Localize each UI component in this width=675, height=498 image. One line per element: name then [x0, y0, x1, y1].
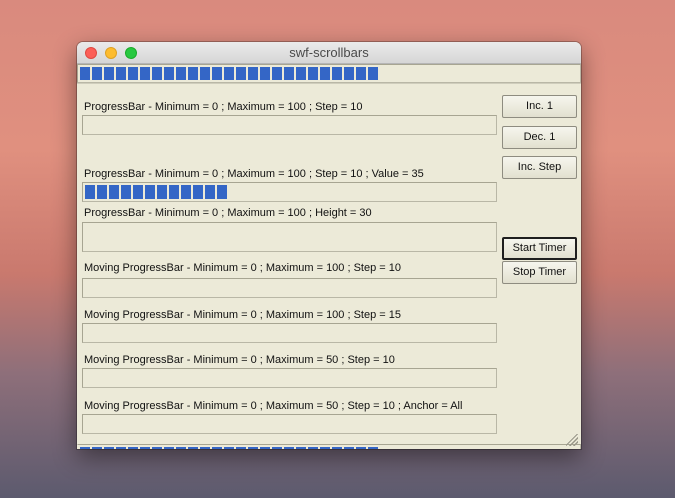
progress-chunk: [176, 67, 186, 80]
progress-chunk: [248, 67, 258, 80]
progress-chunk: [104, 67, 114, 80]
progress-chunk: [224, 447, 234, 449]
progress-label-6: Moving ProgressBar - Minimum = 0 ; Maxim…: [84, 354, 395, 366]
progress-fill: [85, 417, 494, 431]
progress-chunk: [193, 185, 203, 199]
progress-label-5: Moving ProgressBar - Minimum = 0 ; Maxim…: [84, 309, 401, 321]
progress-chunk: [200, 447, 210, 449]
progress-bar-1: [82, 115, 497, 135]
progress-chunk: [344, 67, 354, 80]
progress-chunk: [80, 67, 90, 80]
progress-chunk: [116, 447, 126, 449]
progress-chunk: [152, 67, 162, 80]
progress-chunk: [212, 67, 222, 80]
app-window: swf-scrollbars ProgressBar - Minimum = 0…: [77, 42, 581, 449]
progress-chunk: [92, 447, 102, 449]
progress-chunk: [260, 447, 270, 449]
progress-chunk: [200, 67, 210, 80]
stop-timer-button[interactable]: Stop Timer: [502, 261, 577, 284]
progress-chunk: [145, 185, 155, 199]
resize-grip-icon[interactable]: [566, 434, 578, 446]
progress-chunk: [284, 67, 294, 80]
progress-label-3: ProgressBar - Minimum = 0 ; Maximum = 10…: [84, 207, 372, 219]
progress-chunk: [296, 447, 306, 449]
progress-chunk: [224, 67, 234, 80]
title-bar[interactable]: swf-scrollbars: [77, 42, 581, 64]
progress-chunk: [272, 447, 282, 449]
progress-chunk: [356, 67, 366, 80]
progress-fill: [85, 185, 494, 199]
progress-bar-5: [82, 323, 497, 343]
progress-label-7: Moving ProgressBar - Minimum = 0 ; Maxim…: [84, 400, 463, 412]
progress-fill: [85, 326, 494, 340]
client-area: ProgressBar - Minimum = 0 ; Maximum = 10…: [77, 64, 581, 449]
progress-chunk: [164, 447, 174, 449]
progress-chunk: [140, 67, 150, 80]
progress-chunk: [128, 447, 138, 449]
progress-chunk: [332, 447, 342, 449]
progress-chunk: [109, 185, 119, 199]
progress-chunk: [248, 447, 258, 449]
progress-chunk: [205, 185, 215, 199]
progress-chunk: [344, 447, 354, 449]
progress-chunk: [157, 185, 167, 199]
progress-chunk: [236, 447, 246, 449]
progress-chunk: [188, 67, 198, 80]
progress-bar-3: [82, 222, 497, 252]
start-timer-button[interactable]: Start Timer: [502, 237, 577, 260]
progress-chunk: [176, 447, 186, 449]
window-title: swf-scrollbars: [289, 45, 369, 60]
progress-bar-2: [82, 182, 497, 202]
progress-chunk: [140, 447, 150, 449]
progress-label-1: ProgressBar - Minimum = 0 ; Maximum = 10…: [84, 101, 363, 113]
progress-fill: [85, 371, 494, 385]
progress-chunk: [320, 67, 330, 80]
progress-chunk: [217, 185, 227, 199]
progress-chunk: [128, 67, 138, 80]
progress-chunk: [97, 185, 107, 199]
progress-chunk: [116, 67, 126, 80]
progress-chunk: [356, 447, 366, 449]
progress-chunk: [368, 67, 378, 80]
progress-chunk: [212, 447, 222, 449]
progress-bar-6: [82, 368, 497, 388]
progress-chunk: [308, 447, 318, 449]
progress-fill: [80, 447, 578, 449]
progress-fill: [80, 67, 578, 80]
progress-chunk: [332, 67, 342, 80]
progress-chunk: [164, 67, 174, 80]
progress-chunk: [296, 67, 306, 80]
progress-chunk: [236, 67, 246, 80]
progress-fill: [85, 225, 494, 249]
progress-chunk: [284, 447, 294, 449]
progress-chunk: [104, 447, 114, 449]
inc-1-button[interactable]: Inc. 1: [502, 95, 577, 118]
top-progress-bar: [77, 64, 581, 83]
progress-fill: [85, 281, 494, 295]
progress-chunk: [181, 185, 191, 199]
progress-label-4: Moving ProgressBar - Minimum = 0 ; Maxim…: [84, 262, 401, 274]
progress-chunk: [92, 67, 102, 80]
progress-chunk: [320, 447, 330, 449]
dec-1-button[interactable]: Dec. 1: [502, 126, 577, 149]
inc-step-button[interactable]: Inc. Step: [502, 156, 577, 179]
progress-label-2: ProgressBar - Minimum = 0 ; Maximum = 10…: [84, 168, 424, 180]
progress-bar-4: [82, 278, 497, 298]
bottom-progress-bar: [77, 444, 581, 449]
progress-chunk: [260, 67, 270, 80]
progress-chunk: [308, 67, 318, 80]
progress-chunk: [80, 447, 90, 449]
progress-chunk: [152, 447, 162, 449]
progress-chunk: [133, 185, 143, 199]
top-divider: [77, 83, 581, 84]
progress-chunk: [188, 447, 198, 449]
progress-chunk: [368, 447, 378, 449]
progress-fill: [85, 118, 494, 132]
progress-chunk: [121, 185, 131, 199]
progress-chunk: [85, 185, 95, 199]
progress-bar-7: [82, 414, 497, 434]
progress-chunk: [169, 185, 179, 199]
progress-chunk: [272, 67, 282, 80]
